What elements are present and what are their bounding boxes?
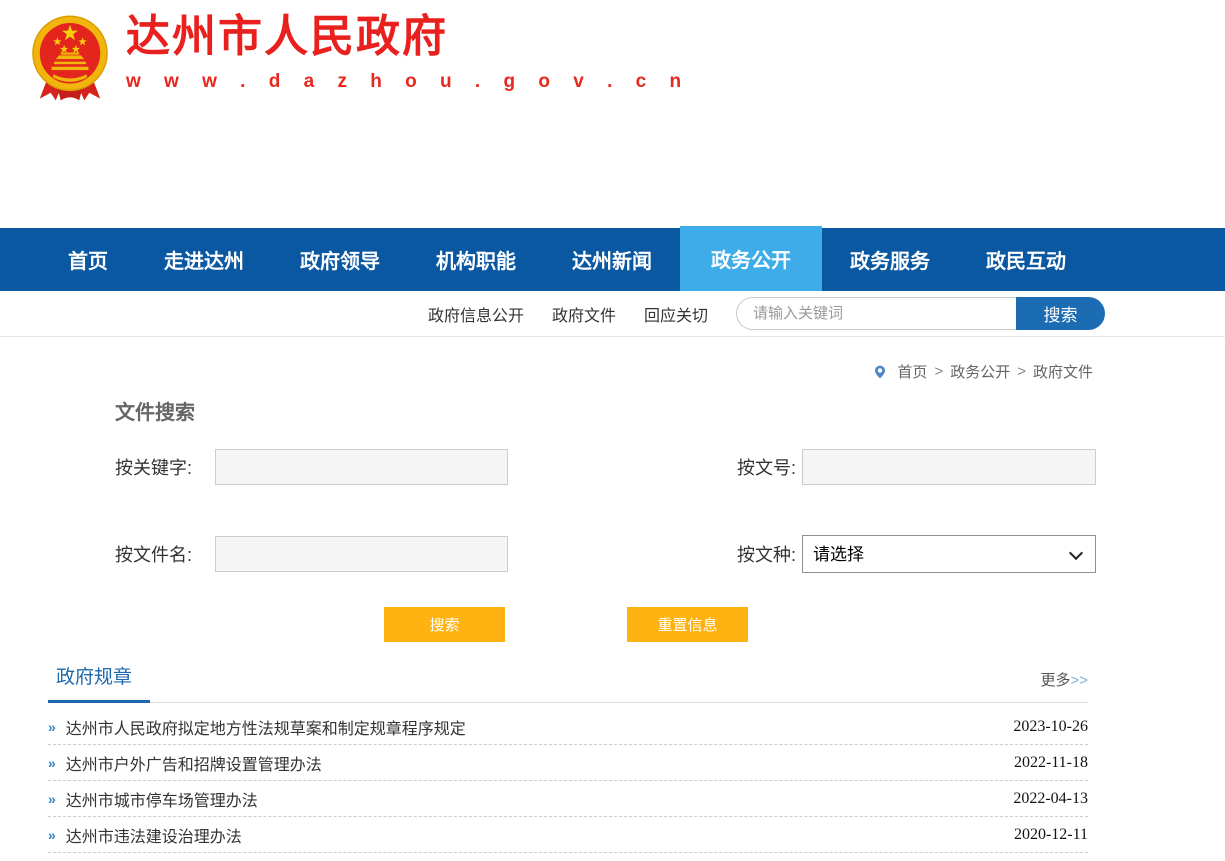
tab-government-regulations[interactable]: 政府规章: [48, 662, 150, 703]
breadcrumb-government-documents[interactable]: 政府文件: [1033, 361, 1093, 382]
breadcrumb: 首页 > 政务公开 > 政府文件: [0, 361, 1225, 382]
site-header: 达州市人民政府 w w w . d a z h o u . g o v . c …: [0, 0, 1225, 228]
site-url: w w w . d a z h o u . g o v . c n: [126, 71, 690, 93]
document-type-field-label: 按文种:: [706, 541, 802, 567]
national-emblem-logo: [28, 10, 112, 110]
regulation-date: 2022-04-13: [1013, 790, 1088, 808]
arrow-bullet-icon: »: [48, 719, 56, 735]
list-item: » 达州市户外广告和招牌设置管理办法 2022-11-18: [48, 745, 1088, 781]
document-number-field-label: 按文号:: [706, 454, 802, 480]
list-item: » 达州市人民政府拟定地方性法规草案和制定规章程序规定 2023-10-26: [48, 709, 1088, 745]
regulation-date: 2023-10-26: [1013, 718, 1088, 736]
keyword-field-label: 按关键字:: [115, 454, 215, 480]
regulation-title: 达州市户外广告和招牌设置管理办法: [66, 751, 322, 775]
sub-nav: 政府信息公开 政府文件 回应关切 搜索: [0, 291, 1225, 337]
nav-item-government-leaders[interactable]: 政府领导: [272, 228, 408, 291]
document-number-field-input[interactable]: [802, 449, 1096, 485]
filename-field-input[interactable]: [215, 536, 508, 572]
file-search-submit-button[interactable]: 搜索: [384, 607, 505, 642]
regulations-section: 政府规章 更多>> » 达州市人民政府拟定地方性法规草案和制定规章程序规定 20…: [48, 662, 1088, 861]
nav-item-institutional-functions[interactable]: 机构职能: [408, 228, 544, 291]
file-search-title: 文件搜索: [115, 396, 1090, 425]
regulation-title: 达州市人民政府拟定地方性法规草案和制定规章程序规定: [66, 715, 466, 739]
nav-item-government-affairs-disclosure[interactable]: 政务公开: [680, 226, 822, 291]
regulation-date: 2020-12-11: [1014, 826, 1088, 844]
main-nav: 首页 走进达州 政府领导 机构职能 达州新闻 政务公开 政务服务 政民互动: [0, 228, 1225, 291]
quick-search: 搜索: [736, 297, 1105, 330]
nav-item-about-dazhou[interactable]: 走进达州: [136, 228, 272, 291]
more-link[interactable]: 更多>>: [1040, 669, 1088, 702]
filename-field-label: 按文件名:: [115, 541, 215, 567]
regulations-header: 政府规章 更多>>: [48, 662, 1088, 703]
regulation-date: 2022-11-18: [1014, 754, 1088, 772]
nav-item-home[interactable]: 首页: [40, 228, 136, 291]
arrow-bullet-icon: »: [48, 755, 56, 771]
regulation-title: 达州市违法建设治理办法: [66, 823, 242, 847]
document-type-select-wrap: 请选择: [802, 535, 1096, 573]
regulation-link[interactable]: » 达州市户外广告和招牌设置管理办法: [48, 751, 322, 775]
location-pin-icon: [872, 364, 888, 380]
regulation-link[interactable]: » 达州市城市停车场管理办法: [48, 787, 258, 811]
file-search-reset-button[interactable]: 重置信息: [627, 607, 748, 642]
document-type-select[interactable]: 请选择: [802, 535, 1096, 573]
list-item: » 达州市城区禁止燃放烟花爆竹管理办法 2019-11-21: [48, 853, 1088, 861]
breadcrumb-separator: >: [934, 363, 943, 380]
list-item: » 达州市城市停车场管理办法 2022-04-13: [48, 781, 1088, 817]
file-search-actions: 搜索 重置信息: [115, 607, 1090, 642]
keyword-search-input[interactable]: [736, 297, 1016, 330]
keyword-field-input[interactable]: [215, 449, 508, 485]
regulation-link[interactable]: » 达州市人民政府拟定地方性法规草案和制定规章程序规定: [48, 715, 466, 739]
regulation-link[interactable]: » 达州市违法建设治理办法: [48, 823, 242, 847]
nav-item-dazhou-news[interactable]: 达州新闻: [544, 228, 680, 291]
regulation-title: 达州市城市停车场管理办法: [66, 787, 258, 811]
breadcrumb-government-affairs[interactable]: 政务公开: [950, 361, 1010, 382]
subnav-link-government-info-disclosure[interactable]: 政府信息公开: [428, 302, 524, 326]
site-identity: 达州市人民政府 w w w . d a z h o u . g o v . c …: [126, 10, 690, 93]
file-search-section: 文件搜索 按关键字: 按文号: 按文件名: 按文种: 请选择 搜索 重置信息: [115, 396, 1090, 642]
regulations-list: » 达州市人民政府拟定地方性法规草案和制定规章程序规定 2023-10-26 »…: [48, 709, 1088, 861]
breadcrumb-home[interactable]: 首页: [897, 361, 927, 382]
quick-search-button[interactable]: 搜索: [1016, 297, 1105, 330]
file-search-form: 按关键字: 按文号: 按文件名: 按文种: 请选择: [115, 449, 1090, 573]
list-item: » 达州市违法建设治理办法 2020-12-11: [48, 817, 1088, 853]
site-title: 达州市人民政府: [126, 12, 690, 63]
breadcrumb-separator: >: [1017, 363, 1026, 380]
nav-item-government-services[interactable]: 政务服务: [822, 228, 958, 291]
subnav-link-government-documents[interactable]: 政府文件: [552, 302, 616, 326]
more-link-arrows: >>: [1070, 672, 1088, 689]
arrow-bullet-icon: »: [48, 791, 56, 807]
more-link-label: 更多: [1040, 672, 1070, 689]
arrow-bullet-icon: »: [48, 827, 56, 843]
nav-item-citizen-interaction[interactable]: 政民互动: [958, 228, 1094, 291]
subnav-link-responding-to-concerns[interactable]: 回应关切: [644, 302, 708, 326]
